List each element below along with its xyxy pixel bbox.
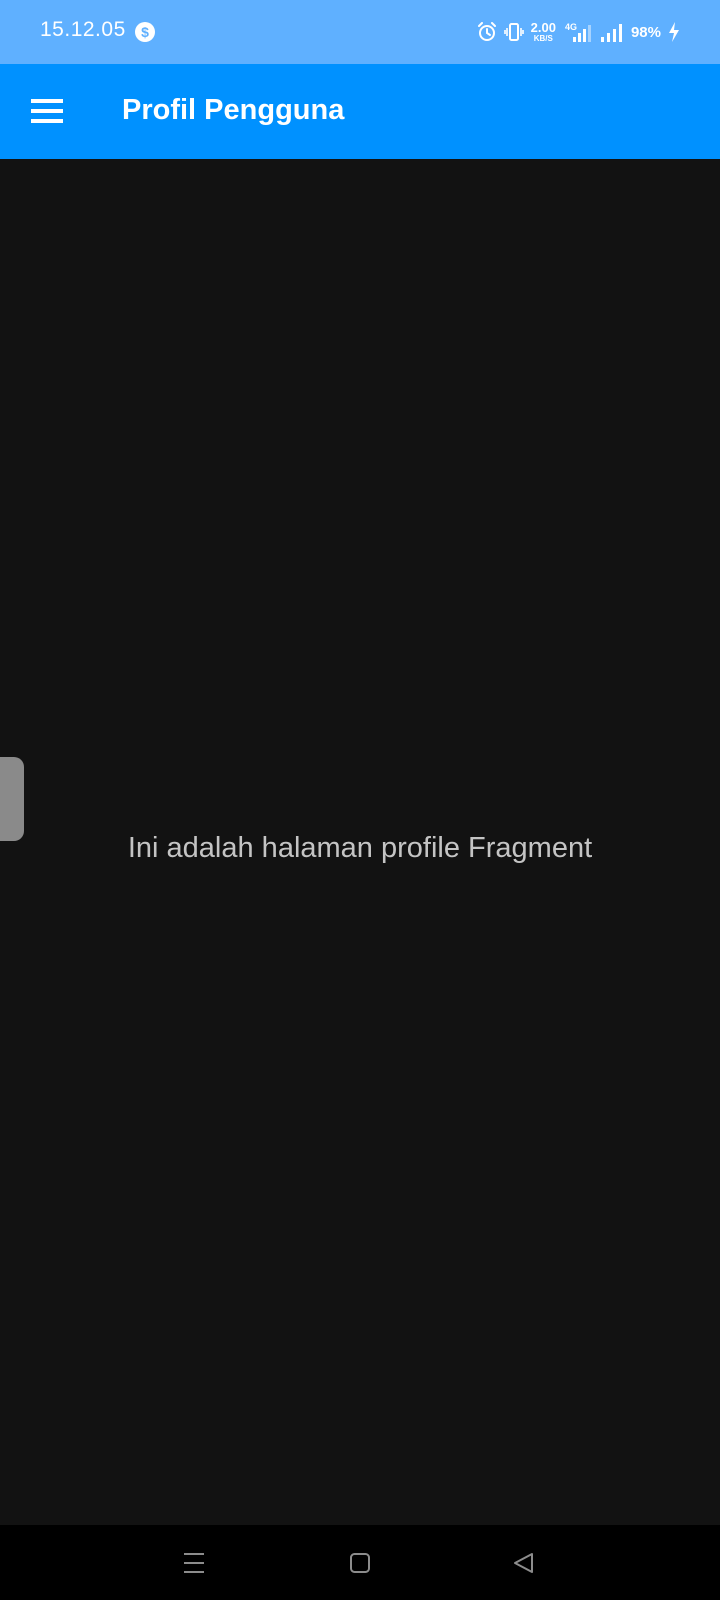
network-speed-value: 2.00 <box>530 20 556 35</box>
charging-icon <box>669 22 679 42</box>
alarm-icon <box>477 22 496 41</box>
status-time: 15.12.05 <box>40 18 126 41</box>
navigation-bar <box>0 1525 720 1600</box>
network-speed-unit: KB/S <box>533 34 553 43</box>
page-title: Profil Pengguna <box>122 94 345 126</box>
app-bar: Profil Pengguna <box>0 64 720 159</box>
back-icon <box>514 1553 533 1573</box>
svg-text:4G: 4G <box>565 22 577 32</box>
signal-4g-icon: 4G <box>565 22 591 42</box>
back-button[interactable] <box>504 1543 544 1583</box>
home-icon <box>350 1553 370 1573</box>
vibrate-icon <box>503 23 524 41</box>
status-indicators: 2.00 KB/S 4G 98% <box>477 14 680 50</box>
signal-icon <box>600 24 622 42</box>
profile-fragment-content: Ini adalah halaman profile Fragment <box>0 159 720 1525</box>
app-notification-icon: $ <box>135 22 155 42</box>
status-bar: 15.12.05 $ 2.00 KB/S 4G 98% <box>0 0 720 64</box>
network-speed: 2.00 KB/S <box>531 21 556 43</box>
recents-button[interactable] <box>174 1543 214 1583</box>
battery-level: 98% <box>630 23 661 41</box>
recents-icon <box>184 1553 204 1573</box>
fragment-message: Ini adalah halaman profile Fragment <box>127 832 593 864</box>
home-button[interactable] <box>340 1543 380 1583</box>
menu-button[interactable] <box>22 88 70 136</box>
hamburger-menu-icon <box>31 99 63 123</box>
edge-panel-handle[interactable] <box>0 757 24 841</box>
